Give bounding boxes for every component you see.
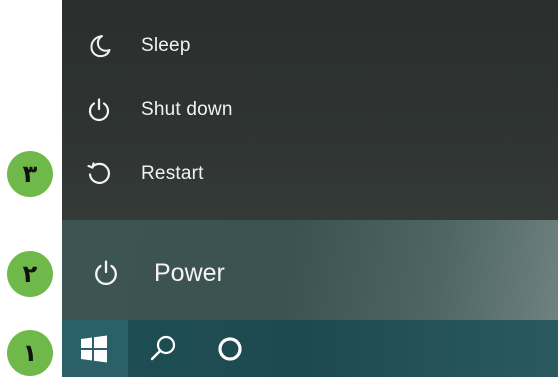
moon-icon (90, 35, 111, 58)
power-options-menu: Sleep Shut down Restart (62, 0, 558, 220)
step-badge-2: ۲ (7, 251, 53, 297)
taskbar (62, 320, 558, 377)
search-icon[interactable] (146, 332, 180, 366)
windows-logo-icon (81, 335, 107, 363)
restart-menu-item[interactable]: Restart (62, 142, 558, 206)
sleep-menu-item[interactable]: Sleep (62, 14, 558, 78)
cortana-circle-icon[interactable] (214, 333, 246, 365)
step-badge-1: ۱ (7, 330, 53, 376)
sleep-label: Sleep (141, 35, 191, 56)
screen: Sleep Shut down Restart Power ۳ ۲ ۱ (0, 0, 558, 377)
step-badge-3: ۳ (7, 151, 53, 197)
restart-label: Restart (141, 163, 204, 184)
power-icon (88, 98, 110, 122)
start-button[interactable] (62, 320, 128, 377)
power-button[interactable]: Power (62, 242, 558, 304)
restart-icon (87, 162, 110, 184)
power-icon (95, 260, 117, 286)
power-label: Power (154, 259, 225, 287)
shut-down-label: Shut down (141, 99, 233, 120)
start-menu-panel: Power (62, 220, 558, 320)
shut-down-menu-item[interactable]: Shut down (62, 78, 558, 142)
